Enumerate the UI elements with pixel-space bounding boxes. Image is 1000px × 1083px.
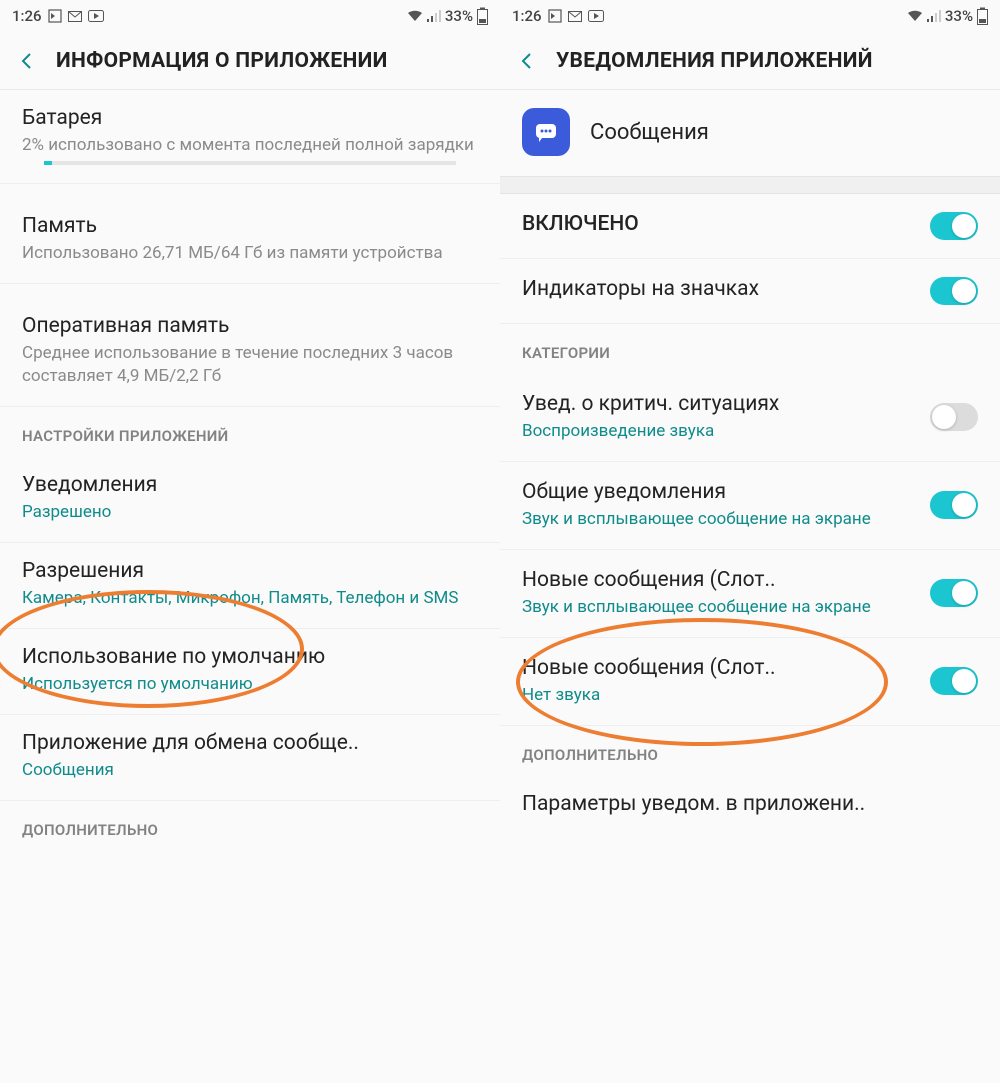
app-bar-left: ИНФОРМАЦИЯ О ПРИЛОЖЕНИИ [0, 32, 500, 90]
row-params[interactable]: Параметры уведом. в приложени.. [500, 776, 1000, 838]
row-permissions[interactable]: Разрешения Камера, Контакты, Микрофон, П… [0, 543, 500, 629]
row-ram[interactable]: Оперативная память Среднее использование… [0, 298, 500, 407]
row-subtitle: Нет звука [522, 684, 918, 707]
youtube-icon [88, 10, 104, 22]
battery-percent: 33% [945, 7, 973, 25]
back-button[interactable] [514, 48, 540, 74]
row-sms-app[interactable]: Приложение для обмена сообще.. Сообщения [0, 715, 500, 801]
section-header-extra: ДОПОЛНИТЕЛЬНО [0, 801, 500, 851]
row-title: Увед. о критич. ситуациях [522, 392, 918, 416]
row-subtitle: 2% использовано с момента последней полн… [22, 134, 478, 157]
chevron-left-icon [17, 51, 37, 71]
row-subtitle: Среднее использование в течение последни… [22, 342, 478, 388]
screenshot-icon [48, 9, 62, 23]
row-title: Индикаторы на значках [522, 277, 918, 301]
row-general[interactable]: Общие уведомления Звук и всплывающее соо… [500, 462, 1000, 550]
row-title: Использование по умолчанию [22, 645, 478, 669]
row-critical[interactable]: Увед. о критич. ситуациях Воспроизведени… [500, 374, 1000, 462]
row-badges[interactable]: Индикаторы на значках [500, 259, 1000, 324]
row-title: Уведомления [22, 473, 478, 497]
row-subtitle: Разрешено [22, 501, 478, 524]
toggle-critical[interactable] [930, 403, 978, 431]
row-title: Приложение для обмена сообще.. [22, 731, 478, 755]
app-header-row: Сообщения [500, 90, 1000, 176]
battery-icon [977, 7, 988, 25]
row-enabled[interactable]: ВКЛЮЧЕНО [500, 194, 1000, 259]
battery-percent: 33% [445, 7, 473, 25]
page-title: ИНФОРМАЦИЯ О ПРИЛОЖЕНИИ [56, 49, 388, 73]
separator [500, 176, 1000, 194]
row-title: Разрешения [22, 559, 478, 583]
row-notifications[interactable]: Уведомления Разрешено [0, 457, 500, 543]
row-subtitle: Звук и всплывающее сообщение на экране [522, 508, 918, 531]
app-bar-right: УВЕДОМЛЕНИЯ ПРИЛОЖЕНИЙ [500, 32, 1000, 90]
section-header-app: НАСТРОЙКИ ПРИЛОЖЕНИЙ [0, 407, 500, 457]
row-subtitle: Камера, Контакты, Микрофон, Память, Теле… [22, 587, 478, 610]
row-slot2[interactable]: Новые сообщения (Слот.. Нет звука [500, 638, 1000, 726]
toggle-general[interactable] [930, 491, 978, 519]
section-header-categories: КАТЕГОРИИ [500, 324, 1000, 374]
row-subtitle: Использовано 26,71 МБ/64 Гб из памяти ус… [22, 242, 478, 265]
wifi-icon [407, 10, 423, 22]
chevron-left-icon [517, 51, 537, 71]
row-battery[interactable]: Батарея 2% использовано с момента послед… [0, 90, 500, 184]
signal-icon [927, 10, 941, 22]
toggle-slot2[interactable] [930, 667, 978, 695]
row-subtitle: Сообщения [22, 759, 478, 782]
battery-icon [477, 7, 488, 25]
row-title: Новые сообщения (Слот.. [522, 656, 918, 680]
row-title: ВКЛЮЧЕНО [522, 212, 918, 236]
content-left: Батарея 2% использовано с момента послед… [0, 90, 500, 1083]
page-title: УВЕДОМЛЕНИЯ ПРИЛОЖЕНИЙ [556, 49, 873, 73]
toggle-slot1[interactable] [930, 579, 978, 607]
wifi-icon [907, 10, 923, 22]
status-bar: 1:26 33% [500, 0, 1000, 32]
row-title: Параметры уведом. в приложени.. [522, 792, 978, 816]
phone-right: 1:26 33% УВЕДОМЛЕНИЯ ПРИЛОЖЕНИЙ Сообщени… [500, 0, 1000, 1083]
signal-icon [427, 10, 441, 22]
mail-icon [568, 11, 582, 22]
row-title: Новые сообщения (Слот.. [522, 568, 918, 592]
row-default[interactable]: Использование по умолчанию Используется … [0, 629, 500, 715]
row-storage[interactable]: Память Использовано 26,71 МБ/64 Гб из па… [0, 198, 500, 284]
row-subtitle: Звук и всплывающее сообщение на экране [522, 596, 918, 619]
content-right: Сообщения ВКЛЮЧЕНО Индикаторы на значках… [500, 90, 1000, 1083]
toggle-enabled[interactable] [930, 212, 978, 240]
phone-left: 1:26 33% ИНФОРМАЦИЯ О ПРИЛОЖЕНИИ Батарея… [0, 0, 500, 1083]
messages-app-icon [522, 108, 570, 156]
row-title: Память [22, 214, 478, 238]
back-button[interactable] [14, 48, 40, 74]
row-title: Общие уведомления [522, 480, 918, 504]
row-title: Батарея [22, 106, 478, 130]
row-subtitle: Воспроизведение звука [522, 420, 918, 443]
toggle-badges[interactable] [930, 277, 978, 305]
app-name: Сообщения [590, 120, 709, 145]
row-subtitle: Используется по умолчанию [22, 673, 478, 696]
battery-progress [44, 161, 456, 165]
screenshot-icon [548, 9, 562, 23]
status-time: 1:26 [12, 7, 42, 25]
section-header-extra: ДОПОЛНИТЕЛЬНО [500, 726, 1000, 776]
row-title: Оперативная память [22, 314, 478, 338]
status-time: 1:26 [512, 7, 542, 25]
row-slot1[interactable]: Новые сообщения (Слот.. Звук и всплывающ… [500, 550, 1000, 638]
youtube-icon [588, 10, 604, 22]
status-bar: 1:26 33% [0, 0, 500, 32]
mail-icon [68, 11, 82, 22]
